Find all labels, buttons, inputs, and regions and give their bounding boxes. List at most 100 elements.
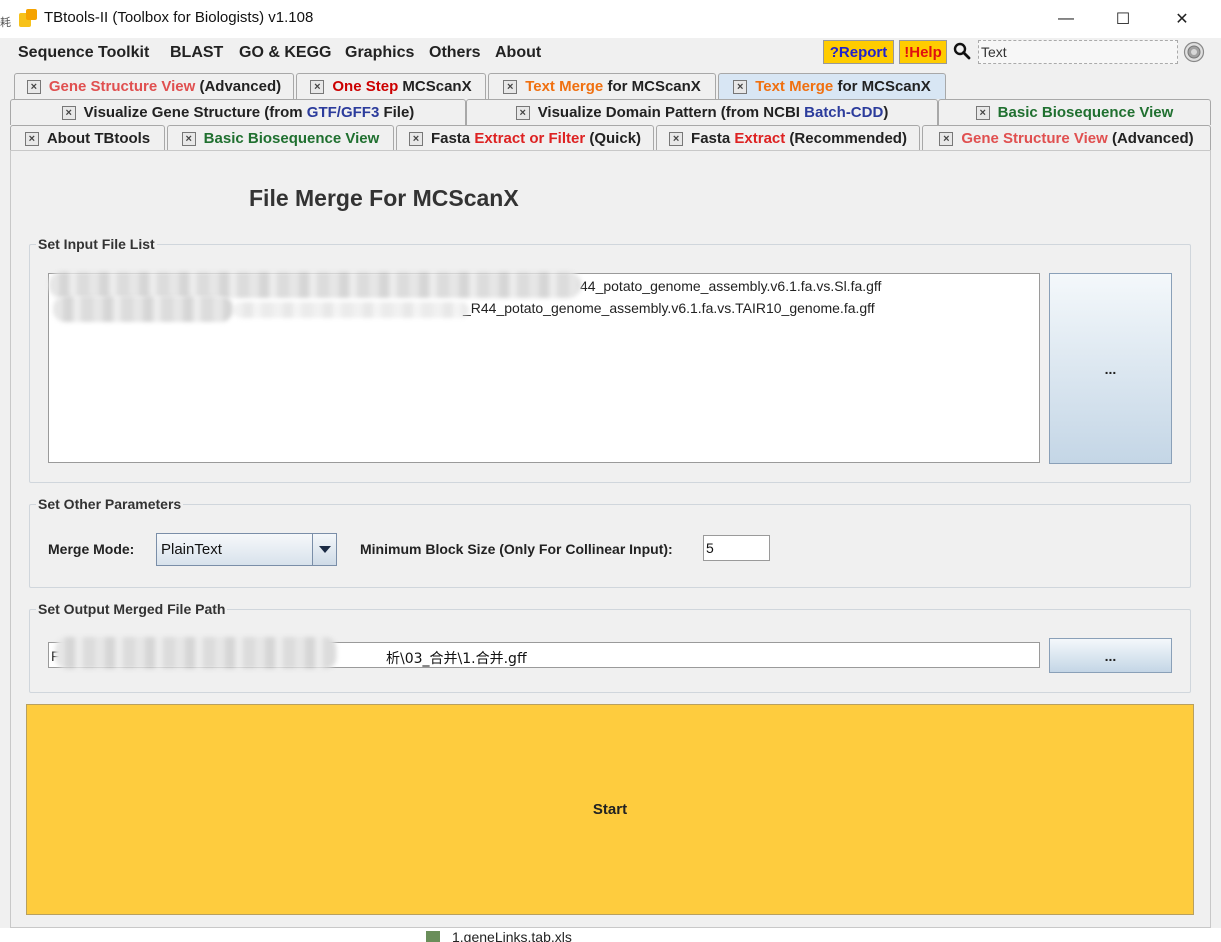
tab-close-icon[interactable]: × — [975, 105, 990, 120]
tab-close-icon[interactable]: × — [24, 131, 39, 146]
tab-label-part: ) — [883, 104, 889, 121]
redacted-region — [233, 302, 469, 318]
minimize-icon: — — [1058, 10, 1074, 27]
search-icon — [953, 42, 971, 60]
tab-label: Text Merge for MCScanX — [755, 78, 931, 95]
redacted-region — [49, 272, 581, 298]
tab-label-part: (Advanced) — [1107, 130, 1194, 147]
tab-label: Visualize Gene Structure (from GTF/GFF3 … — [84, 104, 415, 121]
close-button[interactable]: ✕ — [1153, 0, 1211, 38]
menu-blast[interactable]: BLAST — [170, 44, 223, 62]
input-file-item[interactable]: _R44_potato_genome_assembly.v6.1.fa.vs.T… — [463, 300, 875, 316]
background-file-name: 1.geneLinks.tab.xls — [452, 929, 572, 942]
min-block-input[interactable] — [703, 535, 770, 561]
menu-others[interactable]: Others — [429, 44, 481, 62]
tab-close-icon[interactable]: × — [515, 105, 530, 120]
tab-label-part: Extract — [734, 130, 786, 147]
tab-label-part: Gene Structure View — [48, 78, 196, 95]
tab-label-part: Visualize Domain Pattern (from NCBI — [537, 104, 805, 121]
tab-label: Text Merge for MCScanX — [525, 78, 701, 95]
redacted-region — [53, 296, 233, 322]
tab-label-part: for MCScanX — [833, 78, 931, 95]
settings-icon[interactable] — [1183, 41, 1205, 63]
tab-close-icon[interactable]: × — [503, 79, 518, 94]
tab-label-part: File) — [379, 104, 415, 121]
tab-close-icon[interactable]: × — [26, 79, 41, 94]
tab-gene-structure-view-advanced-2[interactable]: × Gene Structure View (Advanced) — [922, 125, 1211, 151]
tab-label-part: Batch-CDD — [804, 104, 884, 121]
close-icon: ✕ — [1175, 11, 1189, 28]
tab-label-part: Fasta — [691, 130, 735, 147]
browse-input-button[interactable]: ... — [1049, 273, 1172, 464]
start-button[interactable]: Start — [26, 704, 1194, 915]
tab-label: Basic Biosequence View — [203, 130, 380, 147]
tab-visualize-domain-pattern[interactable]: × Visualize Domain Pattern (from NCBI Ba… — [466, 99, 938, 125]
tbtools-app-icon — [19, 9, 37, 27]
tab-label: One Step MCScanX — [332, 78, 471, 95]
tab-close-icon[interactable]: × — [310, 79, 325, 94]
params-group-label: Set Other Parameters — [36, 496, 184, 512]
menu-graphics[interactable]: Graphics — [345, 44, 414, 62]
tab-label: Gene Structure View (Advanced) — [961, 130, 1193, 147]
tab-fasta-extract-recommended[interactable]: × Fasta Extract (Recommended) — [656, 125, 920, 151]
tab-label-part: GTF/GFF3 — [306, 104, 380, 121]
excel-file-icon — [426, 931, 440, 942]
input-file-item[interactable]: 44_potato_genome_assembly.v6.1.fa.vs.Sl.… — [580, 278, 881, 294]
tab-label: Basic Biosequence View — [997, 104, 1174, 121]
tab-gene-structure-view-advanced[interactable]: × Gene Structure View (Advanced) — [14, 73, 294, 99]
tab-label-part: Text Merge — [755, 78, 834, 95]
tab-about-tbtools[interactable]: × About TBtools — [10, 125, 165, 151]
tab-basic-biosequence-view-2[interactable]: × Basic Biosequence View — [938, 99, 1211, 125]
tab-label-part: One Step — [332, 78, 399, 95]
tab-label-part: (Recommended) — [785, 130, 907, 147]
tab-one-step-mcscanx[interactable]: × One Step MCScanX — [296, 73, 486, 99]
report-button[interactable]: ?Report — [823, 40, 894, 64]
background-edge-text: 耗 — [0, 17, 11, 29]
tab-label-part: for MCScanX — [603, 78, 701, 95]
menu-go-kegg[interactable]: GO & KEGG — [239, 44, 331, 62]
tab-label-part: (Advanced) — [195, 78, 282, 95]
input-group-label: Set Input File List — [36, 236, 157, 252]
menu-about[interactable]: About — [495, 44, 541, 62]
output-path-value: 析\03_合并\1.合并.gff — [386, 651, 527, 667]
tab-close-icon[interactable]: × — [669, 131, 684, 146]
panel-title: File Merge For MCScanX — [249, 185, 519, 211]
window-title: TBtools-II (Toolbox for Biologists) v1.1… — [44, 9, 314, 26]
tab-close-icon[interactable]: × — [408, 131, 423, 146]
browse-output-button[interactable]: ... — [1049, 638, 1172, 673]
tab-close-icon[interactable]: × — [181, 131, 196, 146]
tab-close-icon[interactable]: × — [61, 105, 76, 120]
output-path-input[interactable]: F 析\03_合并\1.合并.gff — [48, 637, 1040, 669]
tab-text-merge-mcscanx[interactable]: × Text Merge for MCScanX — [488, 73, 716, 99]
tab-label-part: Visualize Gene Structure (from — [83, 104, 307, 121]
merge-mode-select[interactable]: PlainText — [156, 533, 337, 566]
input-file-list[interactable]: 44_potato_genome_assembly.v6.1.fa.vs.Sl.… — [48, 272, 1040, 463]
tab-label: Gene Structure View (Advanced) — [49, 78, 281, 95]
tab-label-part: Fasta — [430, 130, 475, 147]
background-window-peek: 1.geneLinks.tab.xls — [0, 928, 1221, 942]
tab-label-part: (Quick) — [585, 130, 642, 147]
tab-label: Fasta Extract (Recommended) — [691, 130, 907, 147]
redacted-region — [55, 637, 337, 669]
tab-label: About TBtools — [46, 130, 151, 147]
output-group-label: Set Output Merged File Path — [36, 601, 228, 617]
chevron-down-icon[interactable] — [312, 534, 336, 565]
menu-sequence-toolkit[interactable]: Sequence Toolkit — [18, 44, 149, 62]
tab-label-part: Text Merge — [525, 78, 604, 95]
search-input[interactable] — [978, 40, 1178, 64]
tab-visualize-gene-structure[interactable]: × Visualize Gene Structure (from GTF/GFF… — [10, 99, 466, 125]
tab-fasta-extract-filter-quick[interactable]: × Fasta Extract or Filter (Quick) — [396, 125, 654, 151]
minimize-button[interactable]: — — [1037, 0, 1095, 38]
min-block-label: Minimum Block Size (Only For Collinear I… — [360, 541, 673, 557]
tab-close-icon[interactable]: × — [733, 79, 748, 94]
tab-close-icon[interactable]: × — [939, 131, 954, 146]
merge-mode-label: Merge Mode: — [48, 541, 135, 557]
tab-label: Visualize Domain Pattern (from NCBI Batc… — [538, 104, 889, 121]
tab-basic-biosequence-view[interactable]: × Basic Biosequence View — [167, 125, 394, 151]
help-button[interactable]: !Help — [899, 40, 947, 64]
maximize-button[interactable]: ☐ — [1094, 0, 1152, 38]
merge-mode-value: PlainText — [161, 541, 222, 558]
maximize-icon: ☐ — [1115, 11, 1131, 28]
tab-text-merge-mcscanx-active[interactable]: × Text Merge for MCScanX — [718, 73, 946, 99]
tab-label-part: Extract or Filter — [474, 130, 586, 147]
